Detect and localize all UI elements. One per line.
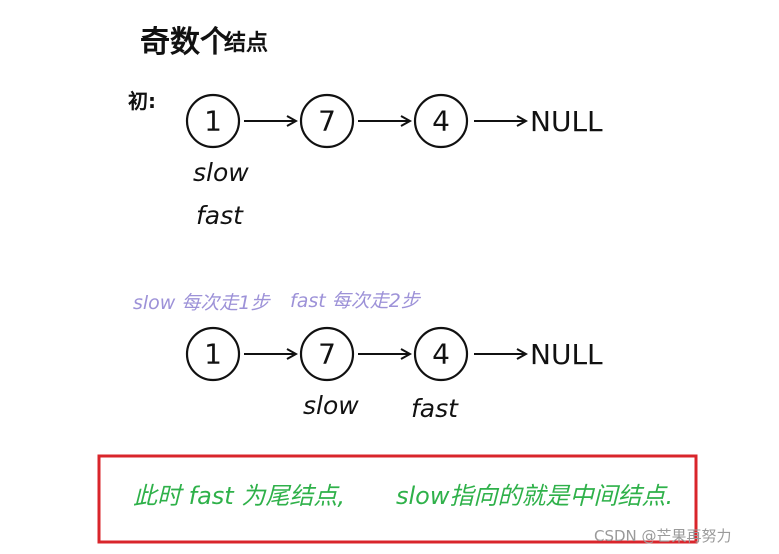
node-value: 7: [318, 338, 336, 371]
step-note-fast: fast 每次走2步: [290, 290, 422, 312]
list-initial: 1 7 4 NULL slow fast: [185, 93, 603, 230]
initial-label: 初:: [128, 89, 156, 113]
null-terminator: NULL: [530, 338, 603, 371]
step-note-slow: slow 每次走1步: [133, 292, 271, 314]
node-value: 1: [204, 338, 222, 371]
node-value: 7: [318, 105, 336, 138]
pointer-label-slow: slow: [303, 391, 359, 420]
title-main: 奇数个: [140, 25, 231, 60]
title-sub: 结点: [224, 30, 268, 56]
list-after: 1 7 4 NULL slow fast: [185, 326, 603, 423]
null-terminator: NULL: [530, 105, 603, 138]
pointer-label-slow: slow: [193, 158, 249, 187]
node-value: 4: [432, 105, 450, 138]
pointer-label-fast: fast: [196, 201, 244, 230]
node-value: 4: [432, 338, 450, 371]
watermark: CSDN @芒果再努力: [594, 527, 732, 545]
conclusion-part2: slow指向的就是中间结点.: [396, 482, 673, 510]
linked-list-diagram: 奇数个 结点 初: 1 7 4 NULL slow fast slow 每次走1…: [97, 25, 732, 545]
node-value: 1: [204, 105, 222, 138]
pointer-label-fast: fast: [411, 394, 459, 423]
conclusion-part1: 此时 fast 为尾结点,: [133, 482, 345, 510]
